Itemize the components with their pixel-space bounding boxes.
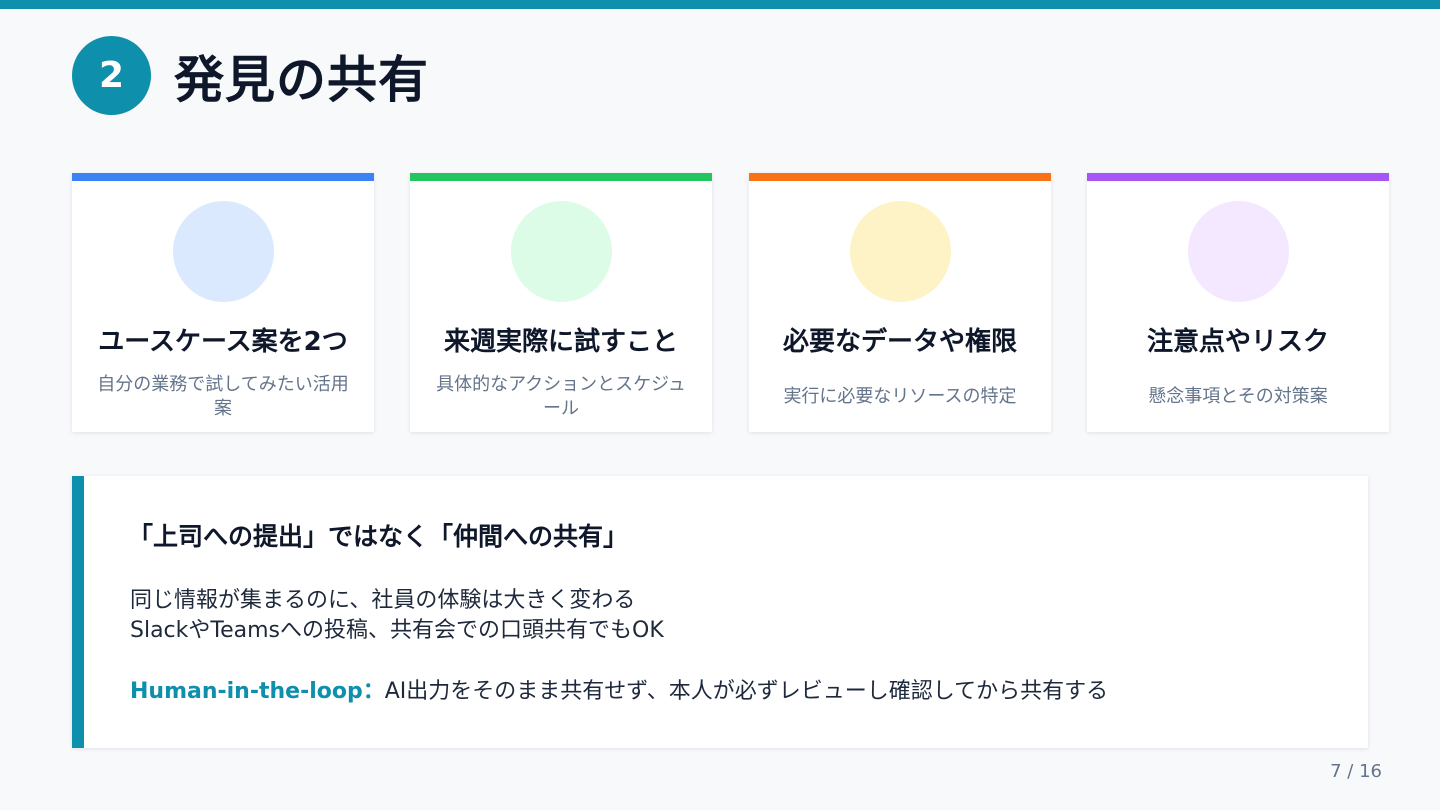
card-stripe bbox=[72, 173, 374, 181]
card-title: 必要なデータや権限 bbox=[782, 327, 1017, 357]
note-line-experience: 同じ情報が集まるのに、社員の体験は大きく変わる bbox=[130, 588, 636, 613]
top-accent-bar bbox=[0, 0, 1440, 9]
card-description: 自分の業務で試してみたい活用案 bbox=[97, 374, 349, 419]
page-number: 7 / 16 bbox=[1330, 761, 1382, 782]
section-number-badge: 2 bbox=[72, 36, 151, 115]
card-description: 懸念事項とその対策案 bbox=[1148, 386, 1328, 407]
card-title: ユースケース案を2つ bbox=[98, 327, 348, 357]
card-description: 具体的なアクションとスケジュール bbox=[436, 374, 686, 419]
hitl-label: Human-in-the-loop： bbox=[130, 679, 385, 704]
note-line-human-in-the-loop: Human-in-the-loop：AI出力をそのまま共有せず、本人が必ずレビュ… bbox=[130, 677, 1108, 707]
section-number: 2 bbox=[98, 55, 125, 96]
card-title: 注意点やリスク bbox=[1146, 327, 1329, 357]
hitl-text: AI出力をそのまま共有せず、本人が必ずレビューし確認してから共有する bbox=[384, 679, 1109, 704]
page-title: 発見の共有 bbox=[174, 51, 429, 109]
sharing-note-box: 「上司への提出」ではなく「仲間への共有」 同じ情報が集まるのに、社員の体験は大き… bbox=[72, 476, 1368, 748]
card-circle-icon bbox=[850, 201, 951, 302]
card-circle-icon bbox=[1188, 201, 1289, 302]
card-stripe bbox=[410, 173, 712, 181]
card-use-cases: ユースケース案を2つ 自分の業務で試してみたい活用案 bbox=[72, 173, 374, 432]
card-stripe bbox=[1087, 173, 1389, 181]
card-title: 来週実際に試すこと bbox=[443, 327, 678, 357]
card-risks: 注意点やリスク 懸念事項とその対策案 bbox=[1087, 173, 1389, 432]
card-description: 実行に必要なリソースの特定 bbox=[783, 386, 1017, 407]
card-stripe bbox=[749, 173, 1051, 181]
card-circle-icon bbox=[511, 201, 612, 302]
card-data-permissions: 必要なデータや権限 実行に必要なリソースの特定 bbox=[749, 173, 1051, 432]
note-line-channels: SlackやTeamsへの投稿、共有会での口頭共有でもOK bbox=[130, 618, 664, 643]
note-accent-bar bbox=[72, 476, 84, 748]
card-next-week: 来週実際に試すこと 具体的なアクションとスケジュール bbox=[410, 173, 712, 432]
note-heading: 「上司への提出」ではなく「仲間への共有」 bbox=[128, 522, 629, 551]
card-circle-icon bbox=[173, 201, 274, 302]
